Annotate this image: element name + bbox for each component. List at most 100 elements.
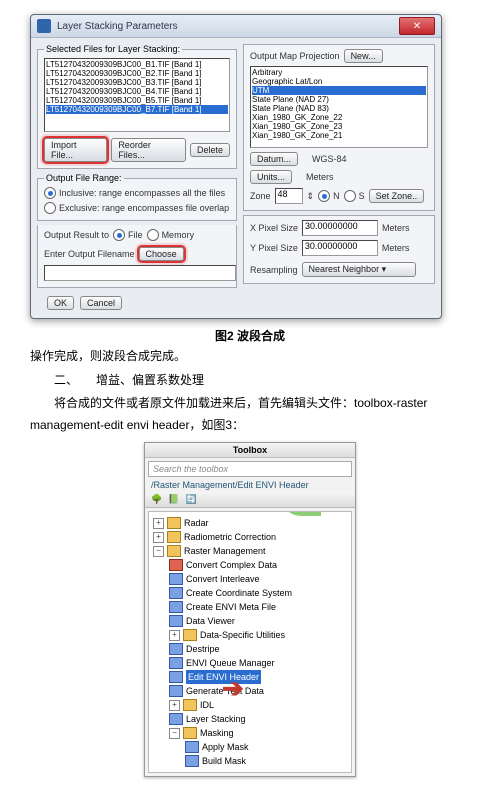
zone-s-radio[interactable]: S (344, 190, 365, 202)
folder-icon (183, 629, 197, 641)
tree-node[interactable]: Create Coordinate System (151, 586, 349, 600)
expand-icon[interactable]: + (153, 532, 164, 543)
x-pixel-input[interactable]: 30.00000000 (302, 220, 378, 236)
list-item[interactable]: Arbitrary (252, 68, 426, 77)
app-icon (37, 19, 51, 33)
folder-icon (167, 531, 181, 543)
set-zone-button[interactable]: Set Zone.. (369, 189, 425, 203)
list-item[interactable]: LT51270432009309BJC00_B2.TIF [Band 1] (46, 69, 228, 78)
list-item[interactable]: Xian_1980_GK_Zone_22 (252, 113, 426, 122)
y-pixel-units: Meters (382, 243, 410, 253)
toolbox-search-input[interactable]: Search the toolbox (148, 461, 352, 477)
dialog-titlebar[interactable]: Layer Stacking Parameters ✕ (31, 15, 441, 38)
toolbox-tree[interactable]: +Radar +Radiometric Correction −Raster M… (148, 511, 352, 773)
tree-node[interactable]: Destripe (151, 642, 349, 656)
list-item[interactable]: Xian_1980_GK_Zone_21 (252, 131, 426, 140)
layer-stacking-dialog: Layer Stacking Parameters ✕ Selected Fil… (30, 14, 442, 319)
list-item[interactable]: LT51270432009309BJC00_B3.TIF [Band 1] (46, 78, 228, 87)
tree-node-radiometric[interactable]: +Radiometric Correction (151, 530, 349, 544)
datum-value: WGS-84 (312, 154, 347, 164)
tree-node-radar[interactable]: +Radar (151, 516, 349, 530)
selected-files-group: Selected Files for Layer Stacking: LT512… (37, 44, 237, 169)
tree-node[interactable]: ENVI Queue Manager (151, 656, 349, 670)
tree-node-masking[interactable]: −Masking (151, 726, 349, 740)
expand-icon[interactable]: + (153, 518, 164, 529)
x-pixel-units: Meters (382, 223, 410, 233)
paragraph: 将合成的文件或者原文件加载进来后，首先编辑头文件：toolbox-raster … (30, 393, 470, 436)
result-memory-radio[interactable]: Memory (147, 229, 195, 241)
folder-icon (169, 643, 183, 655)
help-icon[interactable]: 📗 (168, 494, 179, 505)
radio-icon (44, 187, 56, 199)
zone-n-radio[interactable]: N (318, 190, 340, 202)
selected-files-legend: Selected Files for Layer Stacking: (44, 44, 182, 54)
list-item[interactable]: LT51270432009309BJC00_B7.TIF [Band 1] (46, 105, 228, 114)
toolbox-path: /Raster Management/Edit ENVI Header (151, 480, 349, 490)
y-pixel-input[interactable]: 30.00000000 (302, 240, 378, 256)
tree-node[interactable]: +IDL (151, 698, 349, 712)
folder-icon (169, 657, 183, 669)
datum-button[interactable]: Datum... (250, 152, 298, 166)
list-item[interactable]: LT51270432009309BJC00_B5.TIF [Band 1] (46, 96, 228, 105)
collapse-icon[interactable]: − (153, 546, 164, 557)
projection-list[interactable]: Arbitrary Geographic Lat/Lon UTM State P… (250, 66, 428, 148)
tree-node-edit-header[interactable]: Edit ENVI Header (151, 670, 349, 684)
close-icon[interactable]: ✕ (399, 17, 435, 35)
tree-node[interactable]: Generate Test Data (151, 684, 349, 698)
radio-icon (318, 190, 330, 202)
resampling-label: Resampling (250, 265, 298, 275)
list-item[interactable]: UTM (252, 86, 426, 95)
list-item[interactable]: Geographic Lat/Lon (252, 77, 426, 86)
list-item[interactable]: LT51270432009309BJC00_B4.TIF [Band 1] (46, 87, 228, 96)
folder-icon (167, 517, 181, 529)
import-file-button[interactable]: Import File... (44, 138, 107, 162)
tree-node[interactable]: Layer Stacking (151, 712, 349, 726)
zone-input[interactable]: 48 (275, 188, 303, 204)
folder-icon (169, 685, 183, 697)
reorder-files-button[interactable]: Reorder Files... (111, 138, 186, 162)
ok-button[interactable]: OK (47, 296, 74, 310)
range-inclusive-radio[interactable]: Inclusive: range encompasses all the fil… (44, 187, 230, 199)
tree-node[interactable]: Create ENVI Meta File (151, 600, 349, 614)
list-item[interactable]: Xian_1980_GK_Zone_23 (252, 122, 426, 131)
output-filename-input[interactable] (44, 265, 236, 281)
choose-button[interactable]: Choose (139, 247, 184, 261)
tree-node[interactable]: Convert Interleave (151, 572, 349, 586)
expand-icon[interactable]: + (169, 630, 180, 641)
expand-icon[interactable]: + (169, 700, 180, 711)
tree-node[interactable]: Convert Complex Data (151, 558, 349, 572)
cancel-button[interactable]: Cancel (80, 296, 122, 310)
new-projection-button[interactable]: New... (344, 49, 383, 63)
list-item[interactable]: State Plane (NAD 27) (252, 95, 426, 104)
collapse-icon[interactable]: − (169, 728, 180, 739)
radio-icon (344, 190, 356, 202)
tree-icon[interactable]: 🌳 (151, 494, 162, 505)
radio-icon (147, 229, 159, 241)
tree-node[interactable]: +Data-Specific Utilities (151, 628, 349, 642)
resampling-select[interactable]: Nearest Neighbor ▾ (302, 262, 416, 277)
folder-icon (185, 741, 199, 753)
list-item[interactable]: State Plane (NAD 83) (252, 104, 426, 113)
list-item[interactable]: LT51270432009309BJC00_B1.TIF [Band 1] (46, 60, 228, 69)
selected-files-list[interactable]: LT51270432009309BJC00_B1.TIF [Band 1] LT… (44, 58, 230, 132)
delete-button[interactable]: Delete (190, 143, 230, 157)
stepper-icon[interactable]: ⇕ (307, 191, 315, 202)
tree-node-raster-mgmt[interactable]: −Raster Management (151, 544, 349, 558)
figure-2-caption: 图2 波段合成 (30, 327, 470, 344)
tree-node[interactable]: Data Viewer (151, 614, 349, 628)
range-exclusive-radio[interactable]: Exclusive: range encompasses file overla… (44, 202, 230, 214)
tree-node[interactable]: Apply Mask (151, 740, 349, 754)
y-pixel-label: Y Pixel Size (250, 243, 298, 253)
toolbox-header[interactable]: Toolbox (145, 443, 355, 458)
radio-icon (113, 229, 125, 241)
tree-node[interactable]: Build Mask (151, 754, 349, 768)
radio-icon (44, 202, 56, 214)
result-file-radio[interactable]: File (113, 229, 143, 241)
x-pixel-label: X Pixel Size (250, 223, 298, 233)
units-button[interactable]: Units... (250, 170, 292, 184)
dialog-title: Layer Stacking Parameters (57, 21, 399, 32)
refresh-icon[interactable]: 🔄 (185, 494, 196, 505)
output-range-group: Output File Range: Inclusive: range enco… (37, 173, 237, 221)
folder-icon (169, 587, 183, 599)
output-result-label: Output Result to (44, 230, 109, 240)
